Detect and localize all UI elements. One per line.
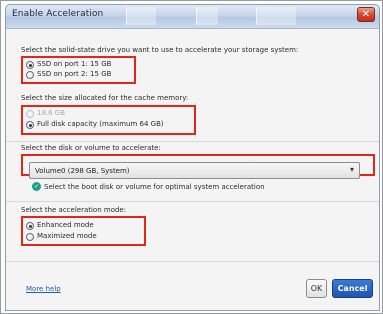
radio-ssd-port-2[interactable]: SSD on port 2: 15 GB <box>26 70 131 80</box>
chevron-down-icon[interactable]: ▾ <box>350 165 354 174</box>
mode-section-label: Select the acceleration mode: <box>21 206 127 214</box>
radio-label: Enhanced mode <box>37 221 94 229</box>
section-divider <box>6 141 379 142</box>
close-icon: ✕ <box>361 9 371 20</box>
more-help-link[interactable]: More help <box>26 285 61 293</box>
radio-button[interactable] <box>26 71 34 79</box>
ok-button[interactable]: OK <box>306 279 327 298</box>
title-bar[interactable]: Enable Acceleration ✕ <box>5 4 380 28</box>
size-section-label: Select the size allocated for the cache … <box>21 94 189 102</box>
radio-size-partial[interactable]: 18.6 GB <box>26 109 186 119</box>
window-title: Enable Acceleration <box>12 9 104 19</box>
radio-button[interactable] <box>26 61 34 69</box>
radio-label: Maximized mode <box>37 232 97 240</box>
radio-button[interactable] <box>26 233 34 241</box>
cancel-button[interactable]: Cancel <box>332 279 373 298</box>
section-divider <box>6 261 379 262</box>
titlebar-glass <box>126 7 156 25</box>
radio-size-full[interactable]: Full disk capacity (maximum 64 GB) <box>26 120 186 130</box>
radio-label: 18.6 GB <box>37 109 66 117</box>
volume-select[interactable]: Volume0 (298 GB, System) ▾ <box>29 162 360 179</box>
titlebar-glass <box>256 7 296 25</box>
volume-hint: Select the boot disk or volume for optim… <box>44 183 265 191</box>
radio-ssd-port-1[interactable]: SSD on port 1: 15 GB <box>26 60 131 70</box>
radio-button[interactable] <box>26 222 34 230</box>
drive-section-label: Select the solid-state drive you want to… <box>21 46 299 54</box>
close-button[interactable]: ✕ <box>357 7 375 22</box>
titlebar-glass <box>196 7 218 25</box>
info-check-icon: ✓ <box>32 182 41 191</box>
radio-button[interactable] <box>26 110 34 118</box>
radio-enhanced-mode[interactable]: Enhanced mode <box>26 221 136 231</box>
radio-label: Full disk capacity (maximum 64 GB) <box>37 120 164 128</box>
radio-button[interactable] <box>26 121 34 129</box>
radio-label: SSD on port 2: 15 GB <box>37 70 112 78</box>
radio-maximized-mode[interactable]: Maximized mode <box>26 232 136 242</box>
dialog-frame: Enable Acceleration ✕ Select the solid-s… <box>0 0 383 314</box>
volume-select-value: Volume0 (298 GB, System) <box>35 167 130 175</box>
volume-section-label: Select the disk or volume to accelerate: <box>21 144 161 152</box>
radio-label: SSD on port 1: 15 GB <box>37 60 112 68</box>
section-divider <box>6 201 379 202</box>
